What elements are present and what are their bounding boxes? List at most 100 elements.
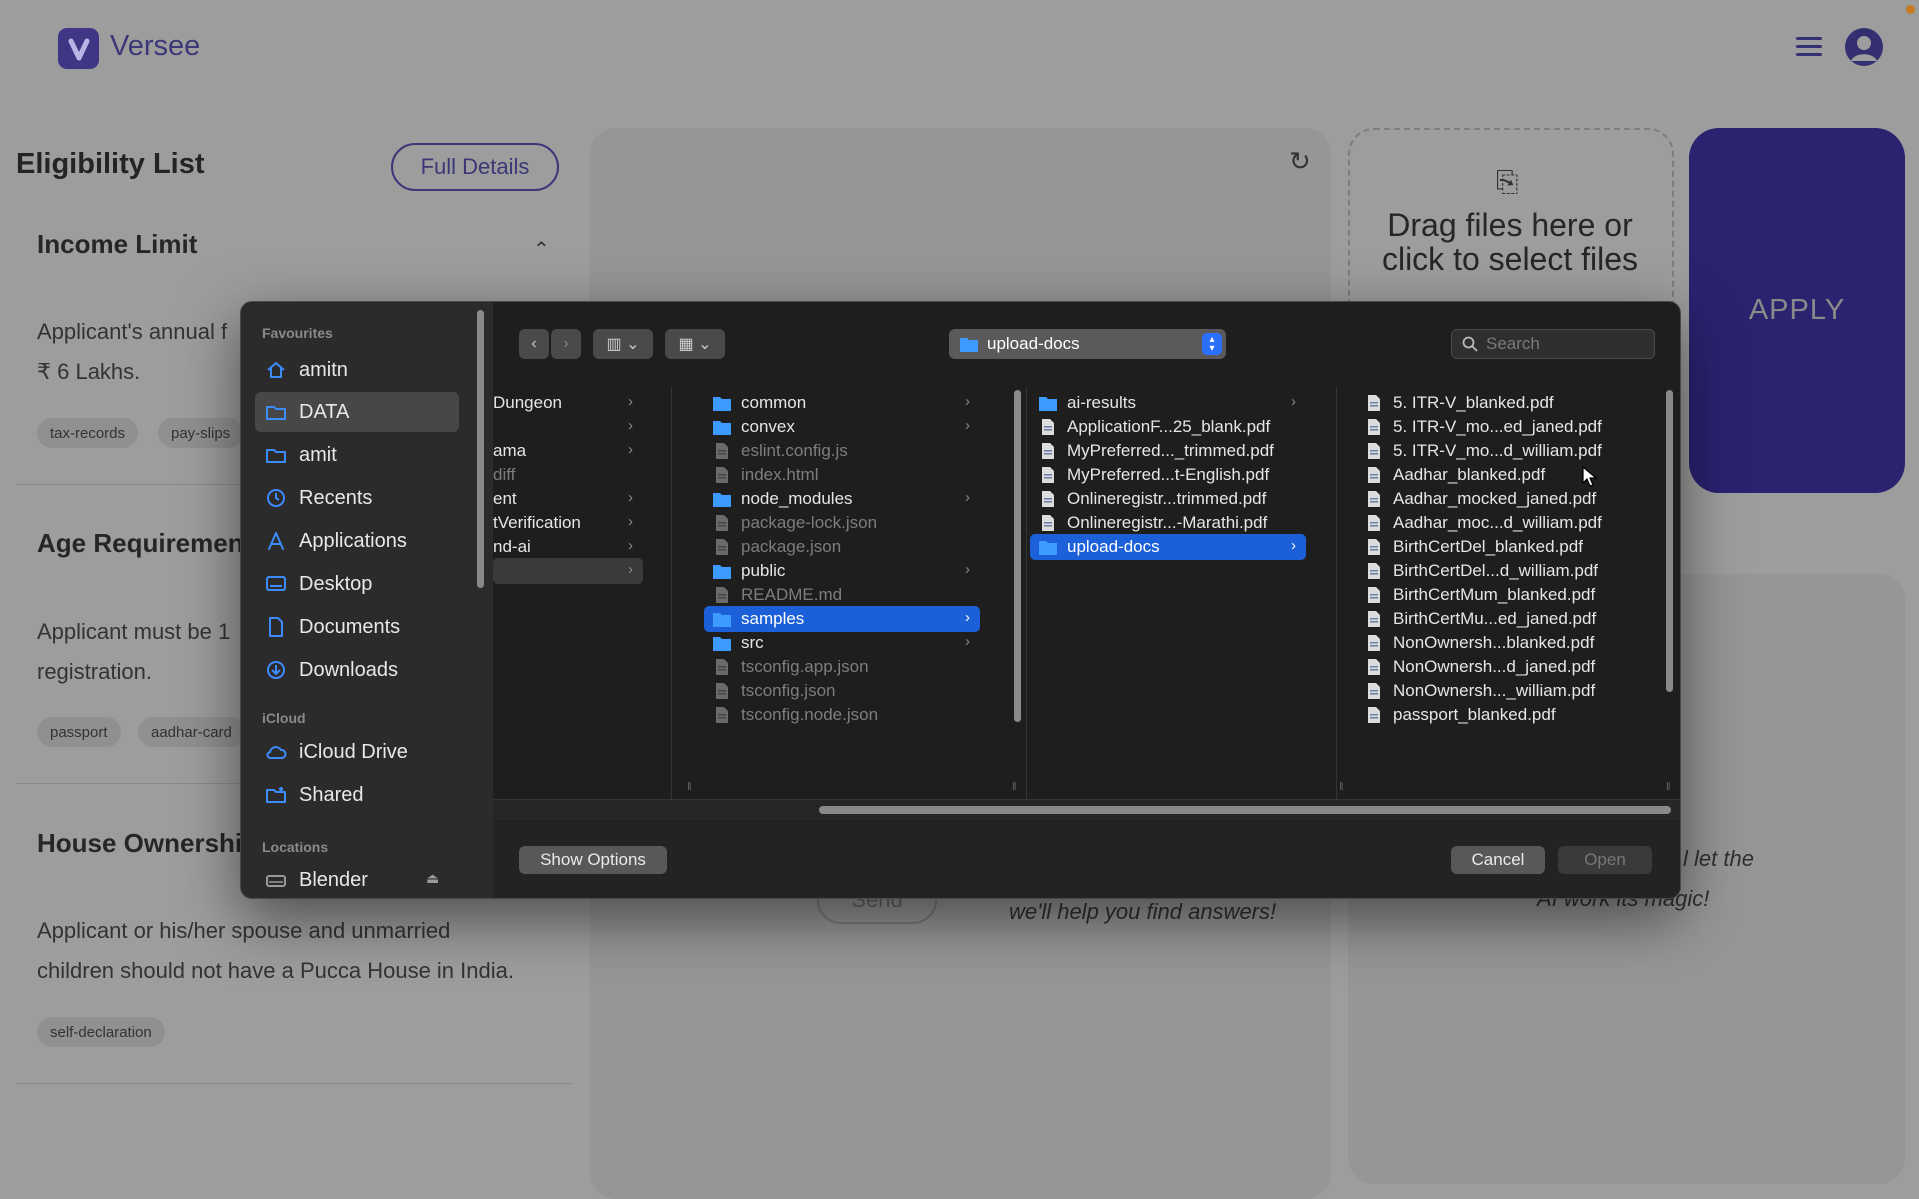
sidebar-item-icloud-drive[interactable]: iCloud Drive [255, 732, 459, 772]
chevron-up-icon[interactable]: ⌃ [533, 237, 550, 262]
favourites-heading: Favourites [262, 325, 333, 341]
folder-row[interactable]: › [493, 558, 643, 584]
file-row[interactable]: tsconfig.app.json [704, 654, 980, 680]
file-row[interactable]: tsconfig.node.json [704, 702, 980, 728]
section-text-house-2: children should not have a Pucca House i… [37, 958, 514, 983]
refresh-icon[interactable]: ↻ [1289, 146, 1311, 177]
file-row[interactable]: ApplicationF...25_blank.pdf [1030, 414, 1306, 440]
sidebar-item-label: Documents [299, 615, 401, 638]
file-row[interactable]: 5. ITR-V_blanked.pdf [1356, 390, 1632, 416]
column-resize-grip-icon[interactable]: ‖ [687, 781, 692, 793]
show-options-button[interactable]: Show Options [519, 846, 667, 874]
file-row[interactable]: NonOwnersh...d_janed.pdf [1356, 654, 1632, 680]
hamburger-menu-icon[interactable] [1796, 37, 1822, 57]
column-divider[interactable] [1026, 387, 1027, 803]
item-name: Aadhar_blanked.pdf [1393, 465, 1546, 484]
column-view-icon[interactable]: ▥ ⌄ [593, 329, 653, 359]
open-button[interactable]: Open [1558, 846, 1652, 874]
search-box[interactable] [1451, 329, 1655, 359]
versee-logo-icon[interactable] [58, 28, 99, 69]
column-divider[interactable] [671, 387, 672, 803]
file-row[interactable]: eslint.config.js [704, 438, 980, 464]
folder-row[interactable]: node_modules › [704, 486, 980, 512]
file-row[interactable]: BirthCertDel...d_william.pdf [1356, 558, 1632, 584]
sidebar-item-downloads[interactable]: Downloads [255, 650, 459, 690]
sidebar-item-amit[interactable]: amit [255, 435, 459, 475]
sidebar-scrollbar[interactable] [477, 310, 484, 588]
location-popup[interactable]: upload-docs ▴ ▾ [949, 329, 1226, 359]
folder-row[interactable]: Dungeon › [493, 390, 643, 416]
search-input[interactable] [1486, 334, 1646, 354]
item-name: MyPreferred...t-English.pdf [1067, 465, 1270, 484]
folder-row[interactable]: ai-results › [1030, 390, 1306, 416]
apply-button[interactable]: APPLY [1689, 128, 1905, 493]
tag-chip: self-declaration [37, 1017, 165, 1047]
sidebar-item-applications[interactable]: Applications [255, 521, 459, 561]
group-view-icon[interactable]: ▦ ⌄ [665, 329, 725, 359]
full-details-button[interactable]: Full Details [391, 143, 559, 191]
forward-chevron-icon[interactable]: › [551, 329, 581, 359]
eject-icon[interactable]: ⏏ [426, 870, 439, 887]
file-icon [1368, 683, 1380, 699]
file-row[interactable]: 5. ITR-V_mo...d_william.pdf [1356, 438, 1632, 464]
folder-row[interactable]: convex › [704, 414, 980, 440]
file-row[interactable]: Aadhar_moc...d_william.pdf [1356, 510, 1632, 536]
file-row[interactable]: MyPreferred...t-English.pdf [1030, 462, 1306, 488]
sidebar-item-label: DATA [299, 400, 350, 423]
folder-row[interactable]: › [493, 414, 643, 440]
file-row[interactable]: Onlineregistr...-Marathi.pdf [1030, 510, 1306, 536]
file-row[interactable]: BirthCertMu...ed_janed.pdf [1356, 606, 1632, 632]
back-chevron-icon[interactable]: ‹ [519, 329, 549, 359]
folder-row[interactable]: common › [704, 390, 980, 416]
file-icon [716, 515, 728, 531]
item-name: common [741, 393, 807, 412]
file-row[interactable]: 5. ITR-V_mo...ed_janed.pdf [1356, 414, 1632, 440]
file-row[interactable]: diff [493, 462, 643, 488]
file-row[interactable]: MyPreferred..._trimmed.pdf [1030, 438, 1306, 464]
folder-row[interactable]: src › [704, 630, 980, 656]
file-row[interactable]: passport_blanked.pdf [1356, 702, 1632, 728]
file-row[interactable]: tsconfig.json [704, 678, 980, 704]
folder-row[interactable]: nd-ai › [493, 534, 643, 560]
file-row[interactable]: Aadhar_mocked_janed.pdf [1356, 486, 1632, 512]
user-avatar-icon[interactable] [1845, 28, 1883, 66]
cancel-button[interactable]: Cancel [1451, 846, 1545, 874]
top-bar: Versee [0, 0, 1919, 96]
sidebar-item-label: iCloud Drive [299, 740, 408, 763]
updown-chevron-icon[interactable]: ▴ ▾ [1202, 333, 1222, 355]
item-name: ama [493, 441, 527, 460]
file-row[interactable]: README.md [704, 582, 980, 608]
file-icon [1042, 491, 1054, 507]
sidebar-item-data[interactable]: DATA [255, 392, 459, 432]
folder-row[interactable]: tVerification › [493, 510, 643, 536]
file-row[interactable]: BirthCertMum_blanked.pdf [1356, 582, 1632, 608]
folder-row[interactable]: ama › [493, 438, 643, 464]
column-resize-grip-icon[interactable]: ‖ [1339, 781, 1344, 793]
sidebar-item-recents[interactable]: Recents [255, 478, 459, 518]
folder-row[interactable]: upload-docs › [1030, 534, 1306, 560]
folder-row[interactable]: public › [704, 558, 980, 584]
sidebar-item-documents[interactable]: Documents [255, 607, 459, 647]
column-2-scrollbar[interactable] [1014, 390, 1021, 722]
column-resize-grip-icon[interactable]: ‖ [1012, 781, 1017, 793]
item-name: tsconfig.json [741, 681, 836, 700]
column-divider[interactable] [1336, 387, 1337, 803]
app-name[interactable]: Versee [110, 30, 200, 63]
file-row[interactable]: NonOwnersh..._william.pdf [1356, 678, 1632, 704]
file-row[interactable]: Onlineregistr...trimmed.pdf [1030, 486, 1306, 512]
file-row[interactable]: package-lock.json [704, 510, 980, 536]
column-4-scrollbar[interactable] [1666, 390, 1673, 692]
section-text-income-2: ₹ 6 Lakhs. [37, 359, 141, 384]
file-row[interactable]: package.json [704, 534, 980, 560]
folder-row[interactable]: samples › [704, 606, 980, 632]
file-row[interactable]: BirthCertDel_blanked.pdf [1356, 534, 1632, 560]
sidebar-item-desktop[interactable]: Desktop [255, 564, 459, 604]
column-resize-grip-icon[interactable]: ‖ [1666, 781, 1671, 793]
sidebar-item-shared[interactable]: Shared [255, 775, 459, 815]
sidebar-item-amitn[interactable]: amitn [255, 350, 459, 390]
ai-hint-1: l let the [1683, 846, 1754, 871]
horizontal-scrollbar[interactable] [819, 806, 1671, 814]
folder-row[interactable]: ent › [493, 486, 643, 512]
file-row[interactable]: index.html [704, 462, 980, 488]
file-row[interactable]: NonOwnersh...blanked.pdf [1356, 630, 1632, 656]
